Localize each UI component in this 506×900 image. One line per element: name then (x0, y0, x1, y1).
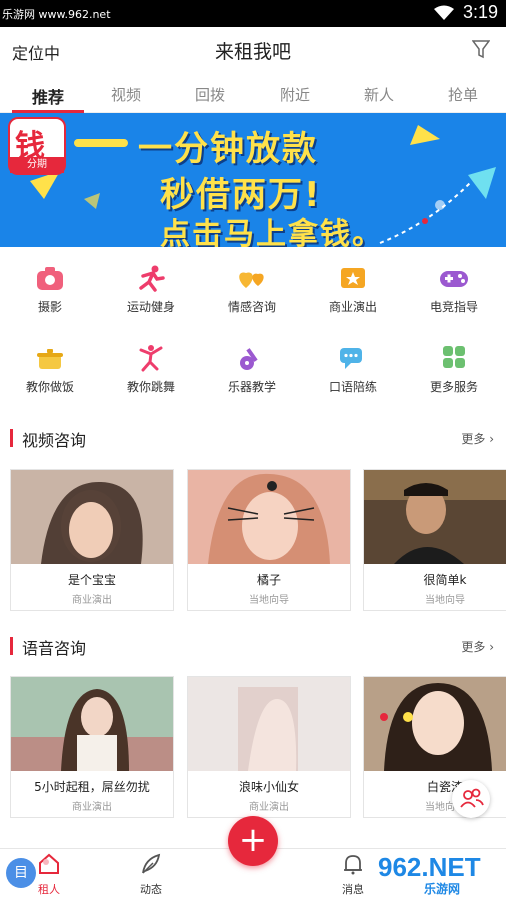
watermark-text: 乐游网 www.962.net (2, 8, 111, 21)
profile-photo (188, 470, 350, 564)
category-label: 摄影 (37, 300, 62, 314)
category-label: 情感咨询 (227, 300, 276, 314)
card-name: 是个宝宝 (67, 573, 116, 587)
category-grid: 摄影 运动健身 情感咨询 商业演出 电竞指导 教你做饭 教你跳舞 乐器教学 口语… (0, 250, 506, 410)
nav-feed[interactable]: 动态 (116, 853, 186, 897)
category-label: 电竞指导 (429, 300, 478, 314)
category-instrument[interactable]: 乐器教学 (202, 330, 302, 400)
category-cooking[interactable]: 教你做饭 (0, 330, 100, 400)
bell-icon (344, 855, 362, 875)
loan-app-icon: 钱 分期 (8, 117, 66, 175)
video-card[interactable]: 是个宝宝 商业演出 (10, 469, 174, 611)
gamepad-icon (440, 271, 468, 287)
tab-callback[interactable]: 回拨 (180, 84, 240, 105)
card-tag: 商业演出 (72, 802, 112, 813)
app-header: 定位中 来租我吧 (0, 27, 506, 73)
clock: 3:19 (462, 2, 498, 22)
banner-line-3: 点击马上拿钱。 (160, 217, 384, 247)
category-fitness[interactable]: 运动健身 (101, 250, 201, 320)
app-icon-label: 分期 (10, 157, 64, 173)
tab-video[interactable]: 视频 (96, 84, 156, 105)
card-name: 橘子 (256, 573, 281, 587)
tab-grab-order[interactable]: 抢单 (433, 84, 493, 105)
tab-nearby[interactable]: 附近 (265, 84, 325, 105)
banner-line-1: 一分钟放款 (138, 129, 318, 169)
profile-photo (364, 470, 506, 564)
nav-label: 动态 (140, 883, 162, 896)
wifi-icon (434, 5, 454, 20)
people-icon (460, 788, 484, 808)
card-tag: 商业演出 (72, 595, 112, 606)
profile-photo (11, 677, 173, 771)
grid-icon (443, 346, 465, 368)
profile-photo (11, 470, 173, 564)
status-bar: 乐游网 www.962.net 3:19 (0, 0, 506, 27)
category-label: 乐器教学 (227, 380, 276, 394)
video-card[interactable]: 很简单k 当地向导 (363, 469, 506, 611)
side-tag-button[interactable]: 目 (6, 858, 36, 888)
category-dance[interactable]: 教你跳舞 (101, 330, 201, 400)
section-accent-bar (10, 637, 13, 655)
video-card[interactable]: 橘子 当地向导 (187, 469, 351, 611)
section-title: 语音咨询 (22, 639, 87, 658)
banner-dash (74, 139, 128, 147)
category-emotion[interactable]: 情感咨询 (202, 250, 302, 320)
voice-card[interactable]: 浪味小仙女 商业演出 (187, 676, 351, 818)
hearts-icon (239, 272, 264, 288)
camera-icon (37, 267, 63, 290)
section-title: 视频咨询 (22, 431, 87, 450)
publish-plus-button[interactable]: + (228, 816, 278, 866)
card-tag: 当地向导 (249, 595, 289, 606)
match-people-button[interactable] (452, 780, 490, 818)
card-name: 浪味小仙女 (238, 780, 299, 794)
category-label: 口语陪练 (328, 380, 377, 394)
profile-photo (188, 677, 350, 771)
chat-icon (340, 348, 362, 369)
site-watermark: 962.NET 乐游网 (374, 852, 506, 898)
ticket-icon (341, 268, 365, 288)
watermark-big: 962.NET (378, 852, 481, 882)
guitar-icon (240, 348, 258, 370)
section-header-voice: 语音咨询 更多 › (0, 631, 506, 661)
promo-banner[interactable]: 钱 分期 一分钟放款 秒借两万! 点击马上拿钱。 (0, 113, 506, 247)
tab-newcomer[interactable]: 新人 (349, 84, 409, 105)
dancer-icon (139, 345, 163, 372)
card-tag: 商业演出 (249, 802, 289, 813)
section-header-video: 视频咨询 更多 › (0, 423, 506, 453)
running-icon (139, 265, 165, 292)
home-icon (39, 853, 59, 874)
more-link[interactable]: 更多 › (461, 638, 494, 655)
more-link[interactable]: 更多 › (461, 430, 494, 447)
category-label: 教你做饭 (25, 380, 74, 394)
category-more-services[interactable]: 更多服务 (404, 330, 504, 400)
pot-icon (37, 349, 63, 369)
category-performance[interactable]: 商业演出 (303, 250, 403, 320)
card-name: 5小时起租，屌丝勿扰 (34, 780, 150, 794)
watermark-small: 乐游网 (424, 882, 461, 896)
section-accent-bar (10, 429, 13, 447)
category-label: 教你跳舞 (126, 380, 175, 394)
tab-recommend[interactable]: 推荐 (18, 84, 78, 108)
category-esports[interactable]: 电竞指导 (404, 250, 504, 320)
tab-bar: 推荐 视频 回拨 附近 新人 抢单 (0, 73, 506, 113)
category-label: 更多服务 (429, 380, 478, 394)
card-tag: 当地向导 (425, 595, 465, 606)
filter-icon[interactable] (472, 39, 490, 59)
category-photography[interactable]: 摄影 (0, 250, 100, 320)
category-speaking[interactable]: 口语陪练 (303, 330, 403, 400)
category-label: 商业演出 (328, 300, 377, 314)
profile-photo (364, 677, 506, 771)
card-name: 很简单k (423, 573, 467, 587)
feather-icon (142, 853, 161, 874)
category-label: 运动健身 (126, 300, 175, 314)
page-title: 来租我吧 (214, 41, 291, 63)
voice-card[interactable]: 5小时起租，屌丝勿扰 商业演出 (10, 676, 174, 818)
